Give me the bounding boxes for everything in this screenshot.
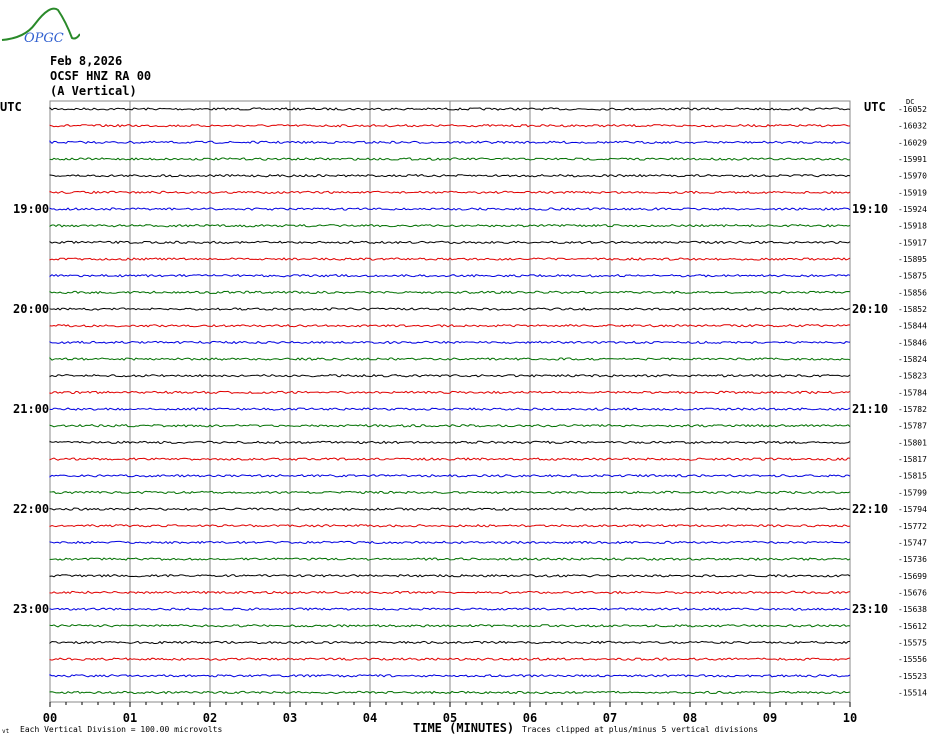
- hour-label-right: 21:10: [852, 402, 888, 416]
- dc-offset-label: -15747: [898, 538, 927, 547]
- x-tick-label: 03: [283, 711, 297, 725]
- dc-offset-label: -15638: [898, 605, 927, 614]
- hour-label-left: 23:00: [13, 602, 49, 616]
- dc-offset-label: -15875: [898, 272, 927, 281]
- x-tick-label: 01: [123, 711, 137, 725]
- dc-offset-label: -15817: [898, 455, 927, 464]
- dc-offset-label: -15699: [898, 572, 927, 581]
- dc-offset-label: -15844: [898, 322, 927, 331]
- dc-offset-label: -16032: [898, 122, 927, 131]
- dc-offset-label: -15824: [898, 355, 927, 364]
- hour-label-left: 21:00: [13, 402, 49, 416]
- x-tick-label: 04: [363, 711, 377, 725]
- hour-label-left: 19:00: [13, 202, 49, 216]
- dc-offset-label: -15772: [898, 522, 927, 531]
- dc-offset-label: -15575: [898, 638, 927, 647]
- x-tick-label: 10: [843, 711, 857, 725]
- dc-offset-label: -15782: [898, 405, 927, 414]
- dc-offset-label: -15823: [898, 372, 927, 381]
- dc-offset-label: -15846: [898, 338, 927, 347]
- dc-offset-label: -15784: [898, 388, 927, 397]
- dc-offset-label: -15991: [898, 155, 927, 164]
- helicorder-plot: 00 01 02 03 04 05 06 07 08 09 10-16052-16032-16029…: [13, 100, 927, 725]
- hour-label-left: 20:00: [13, 302, 49, 316]
- dc-offset-label: -16029: [898, 138, 927, 147]
- dc-offset-label: -16052: [898, 105, 927, 114]
- dc-offset-label: -15918: [898, 222, 927, 231]
- dc-offset-label: -15736: [898, 555, 927, 564]
- dc-offset-label: -15794: [898, 505, 927, 514]
- dc-offset-label: -15612: [898, 622, 927, 631]
- dc-offset-label: -15895: [898, 255, 927, 264]
- x-tick-label: 02: [203, 711, 217, 725]
- dc-offset-label: -15856: [898, 288, 927, 297]
- dc-offset-label: -15514: [898, 688, 927, 697]
- hour-label-right: 23:10: [852, 602, 888, 616]
- dc-offset-label: -15787: [898, 422, 927, 431]
- dc-offset-label: -15556: [898, 655, 927, 664]
- corner-mark: vt: [2, 728, 10, 735]
- dc-offset-label: -15852: [898, 305, 927, 314]
- x-tick-label: 07: [603, 711, 617, 725]
- dc-offset-label: -15801: [898, 438, 927, 447]
- clip-note: Traces clipped at plus/minus 5 vertical …: [522, 725, 759, 734]
- dc-offset-label: -15676: [898, 588, 927, 597]
- hour-label-left: 22:00: [13, 502, 49, 516]
- x-axis-title: TIME (MINUTES): [413, 721, 515, 735]
- x-tick-label: 06: [523, 711, 537, 725]
- hour-label-right: 22:10: [852, 502, 888, 516]
- dc-offset-label: -15799: [898, 488, 927, 497]
- hour-label-right: 20:10: [852, 302, 888, 316]
- dc-offset-label: -15970: [898, 172, 927, 181]
- x-tick-label: 09: [763, 711, 777, 725]
- dc-offset-label: -15917: [898, 238, 927, 247]
- dc-offset-label: -15924: [898, 205, 927, 214]
- x-tick-label: 00: [43, 711, 57, 725]
- x-tick-label: 08: [683, 711, 697, 725]
- scale-note: Each Vertical Division = 100.00 microvol…: [20, 725, 223, 734]
- dc-offset-label: -15919: [898, 188, 927, 197]
- dc-offset-label: -15523: [898, 672, 927, 681]
- hour-label-right: 19:10: [852, 202, 888, 216]
- dc-offset-label: -15815: [898, 472, 927, 481]
